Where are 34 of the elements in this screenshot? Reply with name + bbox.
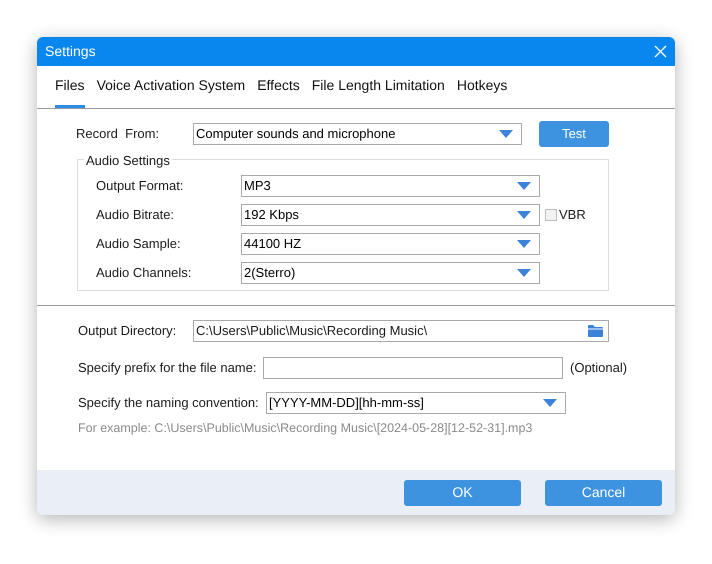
tab[interactable]: Voice Activation System bbox=[96, 66, 246, 108]
dropdown-caret-icon bbox=[517, 182, 531, 190]
field-label: Audio Bitrate: bbox=[96, 206, 176, 224]
field-label: Specify the naming convention: bbox=[78, 394, 260, 412]
output-directory-field[interactable]: C:\Users\Public\Music\Recording Music\ bbox=[193, 320, 609, 342]
checkbox-label: VBR bbox=[559, 206, 586, 224]
dropdown-caret-icon bbox=[543, 399, 557, 407]
field-label: Specify prefix for the file name: bbox=[78, 359, 258, 378]
dropdown-caret-icon bbox=[499, 130, 513, 138]
close-icon[interactable] bbox=[654, 45, 667, 58]
setting-dropdown[interactable]: 192 Kbps bbox=[241, 204, 540, 226]
field-label: Output Format: bbox=[96, 177, 184, 196]
checkbox[interactable] bbox=[545, 209, 557, 221]
field-label: Output Directory: bbox=[78, 322, 178, 340]
setting-dropdown[interactable]: 44100 HZ bbox=[241, 233, 540, 255]
record-source-dropdown[interactable]: Computer sounds and microphone bbox=[193, 123, 522, 145]
prefix-field[interactable] bbox=[263, 357, 563, 379]
example-text: For example: C:\Users\Public\Music\Recording Music\[2024-05-28][12-52-31].mp3 bbox=[78, 420, 534, 437]
tab[interactable]: Hotkeys bbox=[456, 66, 508, 108]
setting-dropdown[interactable]: 2(Sterro) bbox=[241, 262, 540, 284]
field-label: Audio Sample: bbox=[96, 235, 182, 254]
folder-icon[interactable] bbox=[587, 324, 604, 338]
field-label: Audio Channels: bbox=[96, 264, 192, 282]
optional-note: (Optional) bbox=[570, 359, 628, 378]
dropdown-caret-icon bbox=[517, 240, 531, 248]
dropdown-caret-icon bbox=[517, 269, 531, 277]
tab[interactable]: Files bbox=[55, 66, 85, 108]
window-title: Settings bbox=[45, 42, 96, 61]
dropdown-caret-icon bbox=[517, 211, 531, 219]
tab[interactable]: File Length Limitation bbox=[312, 66, 445, 108]
field-label: Record From: bbox=[76, 125, 160, 144]
setting-dropdown[interactable]: MP3 bbox=[241, 175, 540, 197]
tab[interactable]: Effects bbox=[257, 66, 300, 108]
naming-convention-dropdown[interactable]: [YYYY-MM-DD][hh-mm-ss] bbox=[266, 392, 566, 414]
